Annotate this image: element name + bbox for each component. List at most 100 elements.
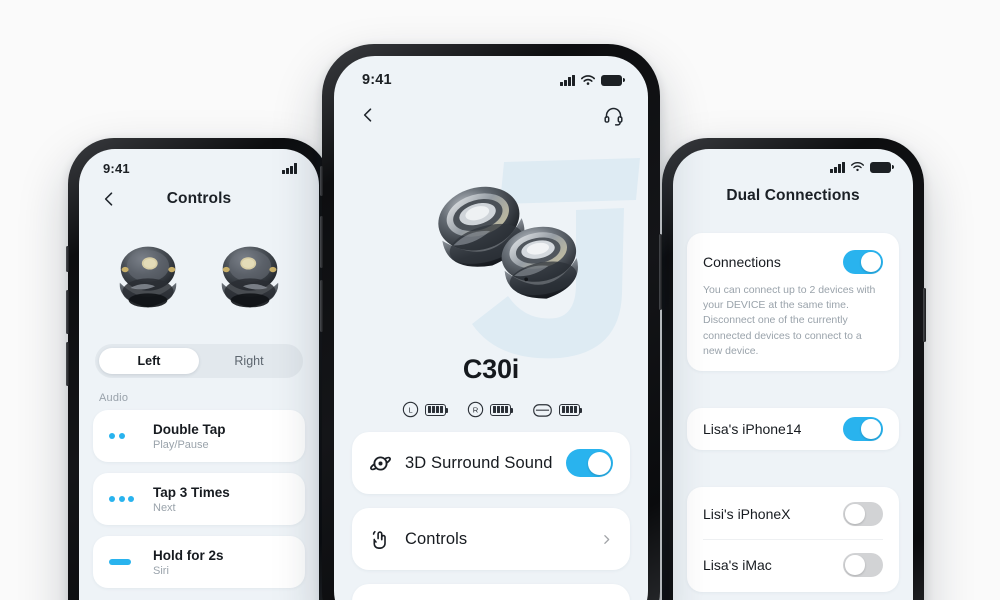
phone-center-volume-up-button[interactable] [320,216,323,268]
charging-case-icon [533,403,552,417]
control-row-text: Hold for 2s Siri [153,548,289,577]
wifi-icon [850,162,865,172]
left-status-icons [282,163,297,174]
segment-right[interactable]: Right [199,348,299,374]
row-label: Controls [405,529,468,548]
phone-left-mute-button[interactable] [66,246,69,272]
device-toggle[interactable] [843,502,883,527]
phone-center-mute-button[interactable] [320,166,323,196]
control-row-text: Tap 3 Times Next [153,485,289,514]
tap-hand-icon [372,530,386,549]
control-row-tap-3-times[interactable]: Tap 3 Times Next [93,473,305,525]
phone-center-power-button[interactable] [659,234,662,310]
control-row-subtitle: Siri [153,564,169,577]
control-row-title: Hold for 2s [153,547,224,563]
phone-right-screen: Dual Connections Connections You can con… [673,149,913,600]
earbud-left-render [119,246,177,308]
right-page-title: Dual Connections [726,187,860,204]
connections-description: You can connect up to 2 devices with you… [703,284,876,357]
signal-bars-icon [560,74,575,86]
device-row[interactable]: Lisa's iPhone14 [703,412,883,446]
row-3d-surround-sound[interactable]: 3D Surround Sound [352,432,630,494]
wifi-icon [581,74,595,85]
battery-icon [870,161,894,173]
dash-icon [109,559,139,565]
connections-toggle[interactable] [843,250,883,274]
row-label: 3D Surround Sound [405,453,553,472]
connections-label: Connections [703,254,781,270]
control-row-subtitle: Play/Pause [153,438,209,451]
right-nav-bar: Dual Connections [673,173,913,219]
right-status-icons [830,161,894,173]
battery-icon [559,403,583,416]
earbuds-pair-image [79,222,319,334]
divider [703,539,883,541]
device-name: Lisi's iPhoneX [703,506,791,523]
device-card-list: Lisi's iPhoneX Lisa's iMac [687,487,899,593]
center-status-time: 9:41 [362,72,392,88]
row-dual-connections[interactable]: Dual Connections [352,584,630,600]
hero-section [334,142,648,360]
phone-right-power-button[interactable] [923,288,926,342]
signal-bars-icon [282,163,297,174]
earbud-right-render [221,246,279,308]
battery-icon [425,403,449,416]
phone-left-volume-up-button[interactable] [66,290,69,334]
earbuds-pair-image [438,186,578,299]
svg-text:L: L [408,405,412,414]
center-status-bar: 9:41 [334,56,648,88]
control-row-double-tap[interactable]: Double Tap Play/Pause [93,410,305,462]
left-status-time: 9:41 [103,161,130,176]
surround-sound-icon [370,455,391,471]
battery-indicator-right: R [467,401,514,418]
phone-center-volume-down-button[interactable] [320,280,323,332]
left-bud-icon: L [402,401,419,418]
device-row[interactable]: Lisi's iPhoneX [703,491,883,537]
left-right-segmented-control[interactable]: Left Right [95,344,303,378]
phone-right: Dual Connections Connections You can con… [662,138,926,600]
battery-indicator-left: L [402,401,449,418]
chevron-right-icon [604,534,610,544]
device-toggle[interactable] [843,553,883,578]
connections-card: Connections You can connect up to 2 devi… [687,233,899,372]
phone-center-screen: 9:41 C30i L R 3D Surround Sound Controls [334,56,648,600]
three-dots-icon [109,496,139,502]
left-page-title: Controls [166,190,232,207]
device-card-primary: Lisa's iPhone14 [687,408,899,451]
device-row[interactable]: Lisa's iMac [703,542,883,588]
device-toggle[interactable] [843,417,883,442]
phone-left-screen: 9:41 Controls Left Right Audio Double Ta… [79,149,319,600]
surround-sound-toggle[interactable] [566,449,613,477]
phone-left: 9:41 Controls Left Right Audio Double Ta… [66,138,330,600]
control-row-text: Double Tap Play/Pause [153,422,289,451]
left-status-bar: 9:41 [79,149,319,176]
headset-icon[interactable] [603,105,624,126]
control-row-hold-2s[interactable]: Hold for 2s Siri [93,536,305,588]
battery-icon [601,74,625,86]
svg-text:R: R [473,405,479,414]
right-status-bar [673,149,913,173]
signal-bars-icon [830,161,845,173]
center-nav-bar [334,88,648,142]
chevron-left-icon[interactable] [358,105,378,125]
connections-toggle-row[interactable]: Connections [703,245,883,279]
right-bud-icon: R [467,401,484,418]
control-row-title: Tap 3 Times [153,484,230,500]
two-dots-icon [109,433,139,439]
battery-indicator-row: L R [334,401,648,418]
battery-icon [490,403,514,416]
device-name: Lisa's iMac [703,557,772,574]
left-nav-bar: Controls [79,176,319,222]
segment-left[interactable]: Left [99,348,199,374]
control-row-subtitle: Next [153,501,176,514]
settings-card-list: 3D Surround Sound Controls [334,418,648,600]
control-row-title: Double Tap [153,421,226,437]
row-controls[interactable]: Controls [352,508,630,570]
phone-left-volume-down-button[interactable] [66,342,69,386]
section-label-audio: Audio [99,392,129,404]
center-status-icons [560,74,625,87]
battery-indicator-case [532,402,583,418]
phone-center: 9:41 C30i L R 3D Surround Sound Controls [320,44,662,600]
device-name: Lisa's iPhone14 [703,421,802,438]
screenshot-stage: 9:41 Controls Left Right Audio Double Ta… [0,0,1000,600]
